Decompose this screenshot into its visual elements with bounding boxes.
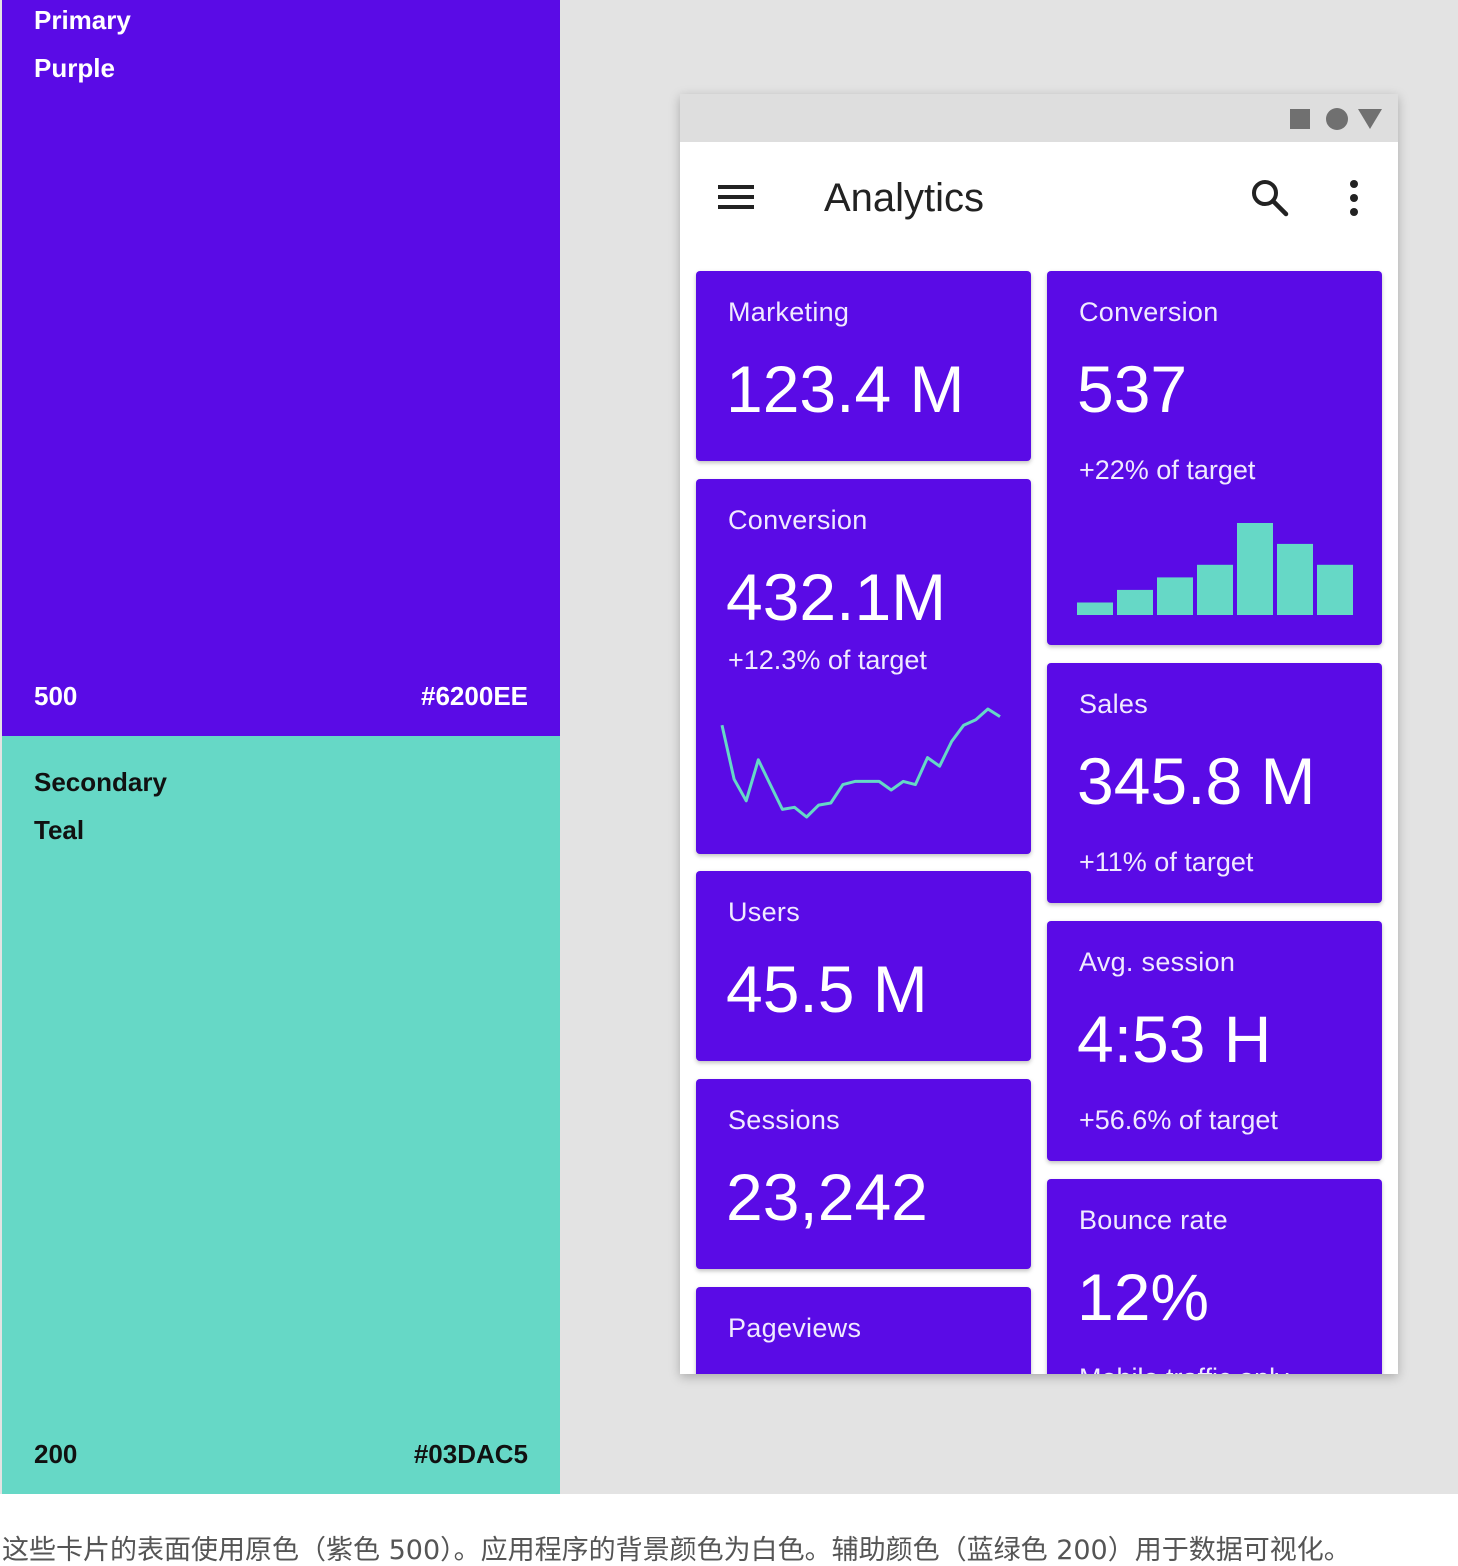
bar-2	[1117, 589, 1153, 615]
menu-icon[interactable]	[716, 182, 756, 212]
primary-swatch-shade: 500	[34, 681, 78, 711]
card-value: 12%	[1077, 1260, 1210, 1334]
primary-swatch-title: Primary Purple	[34, 0, 131, 92]
secondary-swatch-shade: 200	[34, 1439, 78, 1469]
bar-5	[1237, 523, 1273, 615]
card-label: Conversion	[1079, 297, 1219, 327]
secondary-swatch-title: Secondary Teal	[34, 758, 167, 854]
bar-4	[1197, 564, 1233, 615]
card-value: 45.5 M	[726, 952, 928, 1026]
card-sales[interactable]: Sales 345.8 M +11% of target	[1047, 663, 1382, 903]
card-pageviews[interactable]: Pageviews	[696, 1287, 1031, 1374]
bar-chart	[1077, 523, 1353, 615]
card-subtitle: +22% of target	[1079, 455, 1256, 485]
card-marketing[interactable]: Marketing 123.4 M	[696, 271, 1031, 461]
bar-7	[1317, 564, 1353, 615]
card-users[interactable]: Users 45.5 M	[696, 871, 1031, 1061]
more-vert-icon[interactable]	[1336, 176, 1372, 220]
card-subtitle: +56.6% of target	[1079, 1105, 1278, 1135]
card-conversion-bars[interactable]: Conversion 537 +22% of target	[1047, 271, 1382, 645]
app-title: Analytics	[824, 176, 985, 220]
card-value: 123.4 M	[726, 352, 965, 426]
card-label: Sessions	[728, 1105, 840, 1135]
bar-1	[1077, 602, 1113, 615]
secondary-swatch-hex: #03DAC5	[413, 1439, 528, 1469]
card-label: Sales	[1079, 689, 1149, 719]
line-series	[720, 707, 1001, 819]
card-subtitle: +11% of target	[1079, 847, 1254, 877]
caption: 这些卡片的表面使用原色（紫色 500）。应用程序的背景颜色为白色。辅助颜色（蓝绿…	[2, 1535, 1351, 1566]
circle-icon	[1326, 108, 1348, 130]
square-icon	[1290, 109, 1310, 129]
bar-6	[1277, 543, 1313, 615]
status-bar	[680, 94, 1398, 142]
primary-swatch-hex: #6200EE	[421, 681, 528, 711]
line-chart	[720, 707, 1001, 819]
card-value: 537	[1077, 352, 1188, 426]
card-conversion-line[interactable]: Conversion 432.1M +12.3% of target	[696, 479, 1031, 854]
card-value: 345.8 M	[1077, 744, 1316, 818]
card-value: 4:53 H	[1077, 1002, 1272, 1076]
secondary-swatch-name: Teal	[34, 815, 85, 845]
card-sessions[interactable]: Sessions 23,242	[696, 1079, 1031, 1269]
card-label: Conversion	[728, 505, 868, 535]
card-bounce-rate[interactable]: Bounce rate 12% Mobile traffic only	[1047, 1179, 1382, 1374]
design-stage: Primary Purple 500 #6200EE Secondary Tea…	[0, 0, 1458, 1494]
card-label: Bounce rate	[1079, 1205, 1228, 1235]
app-bar: Analytics	[680, 142, 1398, 258]
card-label: Pageviews	[728, 1313, 862, 1343]
primary-swatch: Primary Purple 500 #6200EE	[2, 0, 560, 736]
secondary-swatch: Secondary Teal 200 #03DAC5	[2, 736, 560, 1494]
card-subtitle: +12.3% of target	[728, 645, 927, 675]
search-icon[interactable]	[1248, 176, 1292, 220]
card-subtitle: Mobile traffic only	[1079, 1363, 1289, 1374]
phone-mockup: Analytics Marketing 123.4 M Conversion 4…	[680, 94, 1398, 1374]
primary-swatch-label: Primary	[34, 5, 131, 35]
primary-swatch-name: Purple	[34, 53, 115, 83]
card-value: 432.1M	[726, 560, 947, 634]
bar-3	[1157, 577, 1193, 615]
secondary-swatch-label: Secondary	[34, 767, 167, 797]
card-value: 23,242	[726, 1160, 928, 1234]
card-avg-session[interactable]: Avg. session 4:53 H +56.6% of target	[1047, 921, 1382, 1161]
card-label: Users	[728, 897, 801, 927]
card-label: Avg. session	[1079, 947, 1236, 977]
card-label: Marketing	[728, 297, 850, 327]
triangle-icon	[1358, 109, 1382, 129]
